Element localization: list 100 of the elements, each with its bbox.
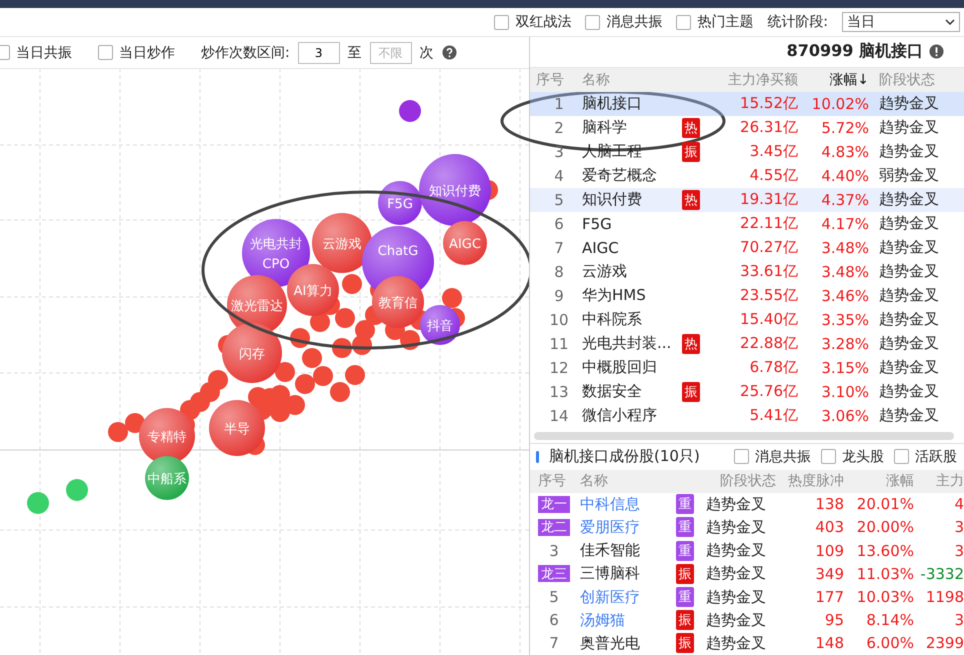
checkbox[interactable] <box>585 14 600 30</box>
net-buy-cell-text: 26.31亿 <box>739 118 798 138</box>
checkbox-label: 龙头股 <box>842 448 884 466</box>
row-number: 14 <box>548 406 570 425</box>
help-icon[interactable] <box>442 45 457 60</box>
row-number: 3 <box>553 142 565 161</box>
sector-row[interactable]: 4 爱奇艺概念 4.55亿 4.40% 弱势金叉 <box>530 164 964 188</box>
rank-badge: 龙三 <box>538 565 570 582</box>
stock-row[interactable]: 龙三 三博脑科 振 趋势金叉 349 11.03% -3332 <box>530 562 964 586</box>
change-cell-text: 4.37% <box>820 190 869 209</box>
sector-row[interactable]: 5 知识付费 热 19.31亿 4.37% 趋势金叉 <box>530 188 964 212</box>
net-buy-cell-text: 19.31亿 <box>739 190 798 210</box>
stock-name: 佳禾智能 <box>580 541 641 560</box>
column-header: 阶段状态 <box>878 70 936 89</box>
stock-name[interactable]: 创新医疗 <box>580 588 676 607</box>
checkbox[interactable] <box>98 45 113 60</box>
sector-name: 数据安全 <box>582 382 643 402</box>
range-from-field[interactable]: 3 <box>298 42 340 64</box>
state-cell-text: 弱势金叉 <box>878 166 940 186</box>
stock-row[interactable]: 7 奥普光电 振 趋势金叉 148 6.00% 2399 <box>530 632 964 655</box>
info-icon[interactable] <box>929 44 944 60</box>
state-cell-text: 趋势金叉 <box>878 238 940 258</box>
stock-name: 奥普光电 <box>580 634 641 653</box>
column-header: 名称 <box>580 472 609 490</box>
topic-bubble[interactable]: 知识付费 <box>419 154 491 226</box>
checkbox[interactable] <box>894 449 909 464</box>
change-cell-text: 4.83% <box>820 142 869 161</box>
main-flow-cell-text: 1198 <box>924 588 964 606</box>
checkbox-label: 热门主题 <box>697 13 754 31</box>
stock-name: 三博脑科 <box>580 564 641 584</box>
sector-name: 爱奇艺概念 <box>582 166 658 186</box>
checkbox-label: 双红战法 <box>515 13 572 31</box>
main-flow-cell-text: 2399 <box>924 634 964 652</box>
change-cell-text: 3.48% <box>820 238 869 257</box>
state-cell-text: 趋势金叉 <box>878 334 940 354</box>
change-cell-text: 3.15% <box>820 358 869 377</box>
state-cell-text: 趋势金叉 <box>878 118 940 138</box>
state-cell-text: 趋势金叉 <box>706 588 767 607</box>
sector-row[interactable]: 11 光电共封装... 热 22.88亿 3.28% 趋势金叉 <box>530 332 964 356</box>
heat-cell-text: 349 <box>814 564 844 583</box>
column-header: 主力 <box>935 472 964 490</box>
column-header[interactable]: 涨幅↓ <box>798 70 869 89</box>
heat-cell-text: 148 <box>814 634 844 652</box>
stock-name[interactable]: 中科信息 <box>580 494 676 514</box>
checkbox-label: 当日共振 <box>16 44 72 62</box>
column-header: 序号 <box>536 70 565 89</box>
state-cell-text: 趋势金叉 <box>706 494 767 514</box>
main-flow-cell-text: 3 <box>953 611 964 630</box>
state-cell-text: 趋势金叉 <box>706 518 767 537</box>
main-flow-cell-text: 4 <box>953 495 964 514</box>
tag-badge: 热 <box>682 190 700 210</box>
change-cell-text: 13.60% <box>856 542 914 560</box>
stock-name[interactable]: 爱朋医疗 <box>580 518 676 537</box>
sector-row[interactable]: 14 微信小程序 5.41亿 3.06% 趋势金叉 <box>530 404 964 428</box>
tag-badge: 重 <box>676 517 694 538</box>
topic-bubble[interactable]: 抖音 <box>420 305 460 345</box>
state-cell-text: 趋势金叉 <box>706 541 767 560</box>
row-number: 4 <box>553 166 565 185</box>
sector-name: 知识付费 <box>582 190 643 210</box>
stock-row[interactable]: 3 佳禾智能 重 趋势金叉 109 13.60% 3 <box>530 539 964 562</box>
sector-name: F5G <box>582 214 613 233</box>
tag-badge: 热 <box>682 118 700 138</box>
sector-row[interactable]: 9 华为HMS 23.55亿 3.46% 趋势金叉 <box>530 284 964 308</box>
sector-row[interactable]: 10 中科院系 15.40亿 3.35% 趋势金叉 <box>530 308 964 332</box>
period-dropdown[interactable]: 当日 <box>842 12 960 32</box>
checkbox[interactable] <box>676 14 692 30</box>
sector-row[interactable]: 6 F5G 22.11亿 4.17% 趋势金叉 <box>530 212 964 236</box>
sector-row[interactable]: 13 数据安全 振 25.76亿 3.10% 趋势金叉 <box>530 380 964 404</box>
change-cell-text: 10.02% <box>810 94 869 113</box>
heat-cell-text: 403 <box>814 518 844 536</box>
tag-badge: 振 <box>676 610 694 630</box>
sector-row[interactable]: 7 AIGC 70.27亿 3.48% 趋势金叉 <box>530 236 964 260</box>
stock-row[interactable]: 龙二 爱朋医疗 重 趋势金叉 403 20.00% 3 <box>530 516 964 540</box>
sector-row[interactable]: 2 脑科学 热 26.31亿 5.72% 趋势金叉 <box>530 116 964 140</box>
checkbox[interactable] <box>734 449 749 464</box>
stock-name[interactable]: 汤姆猫 <box>580 610 676 630</box>
checkbox-label: 活跃股 <box>914 448 957 466</box>
checkbox[interactable] <box>494 14 510 30</box>
sector-row[interactable]: 12 中概股回归 6.78亿 3.15% 趋势金叉 <box>530 356 964 380</box>
net-buy-cell-text: 15.52亿 <box>739 94 798 114</box>
section-marker <box>536 450 539 463</box>
sector-row[interactable]: 8 云游戏 33.61亿 3.48% 趋势金叉 <box>530 260 964 284</box>
row-number: 10 <box>548 310 570 329</box>
stock-row[interactable]: 龙一 中科信息 重 趋势金叉 138 20.01% 4 <box>530 492 964 516</box>
change-cell-text: 4.17% <box>820 214 869 233</box>
stock-row[interactable]: 5 创新医疗 重 趋势金叉 177 10.03% 1198 <box>530 585 964 609</box>
change-cell-text: 20.01% <box>856 495 914 514</box>
column-header: 涨幅 <box>885 472 914 490</box>
tag-badge: 重 <box>676 494 694 514</box>
net-buy-cell-text: 25.76亿 <box>739 382 798 402</box>
sector-name: AIGC <box>582 238 620 257</box>
stock-row[interactable]: 6 汤姆猫 振 趋势金叉 95 8.14% 3 <box>530 608 964 632</box>
row-number: 5 <box>553 190 565 209</box>
checkbox[interactable] <box>820 449 836 464</box>
range-to-field[interactable]: 不限 <box>370 42 412 64</box>
row-number: 3 <box>548 542 560 560</box>
net-buy-cell-text: 6.78亿 <box>748 358 798 378</box>
topic-bubble[interactable]: F5G <box>378 181 422 225</box>
state-cell-text: 趋势金叉 <box>878 406 940 426</box>
sector-row[interactable]: 1 脑机接口 15.52亿 10.02% 趋势金叉 <box>530 92 964 116</box>
